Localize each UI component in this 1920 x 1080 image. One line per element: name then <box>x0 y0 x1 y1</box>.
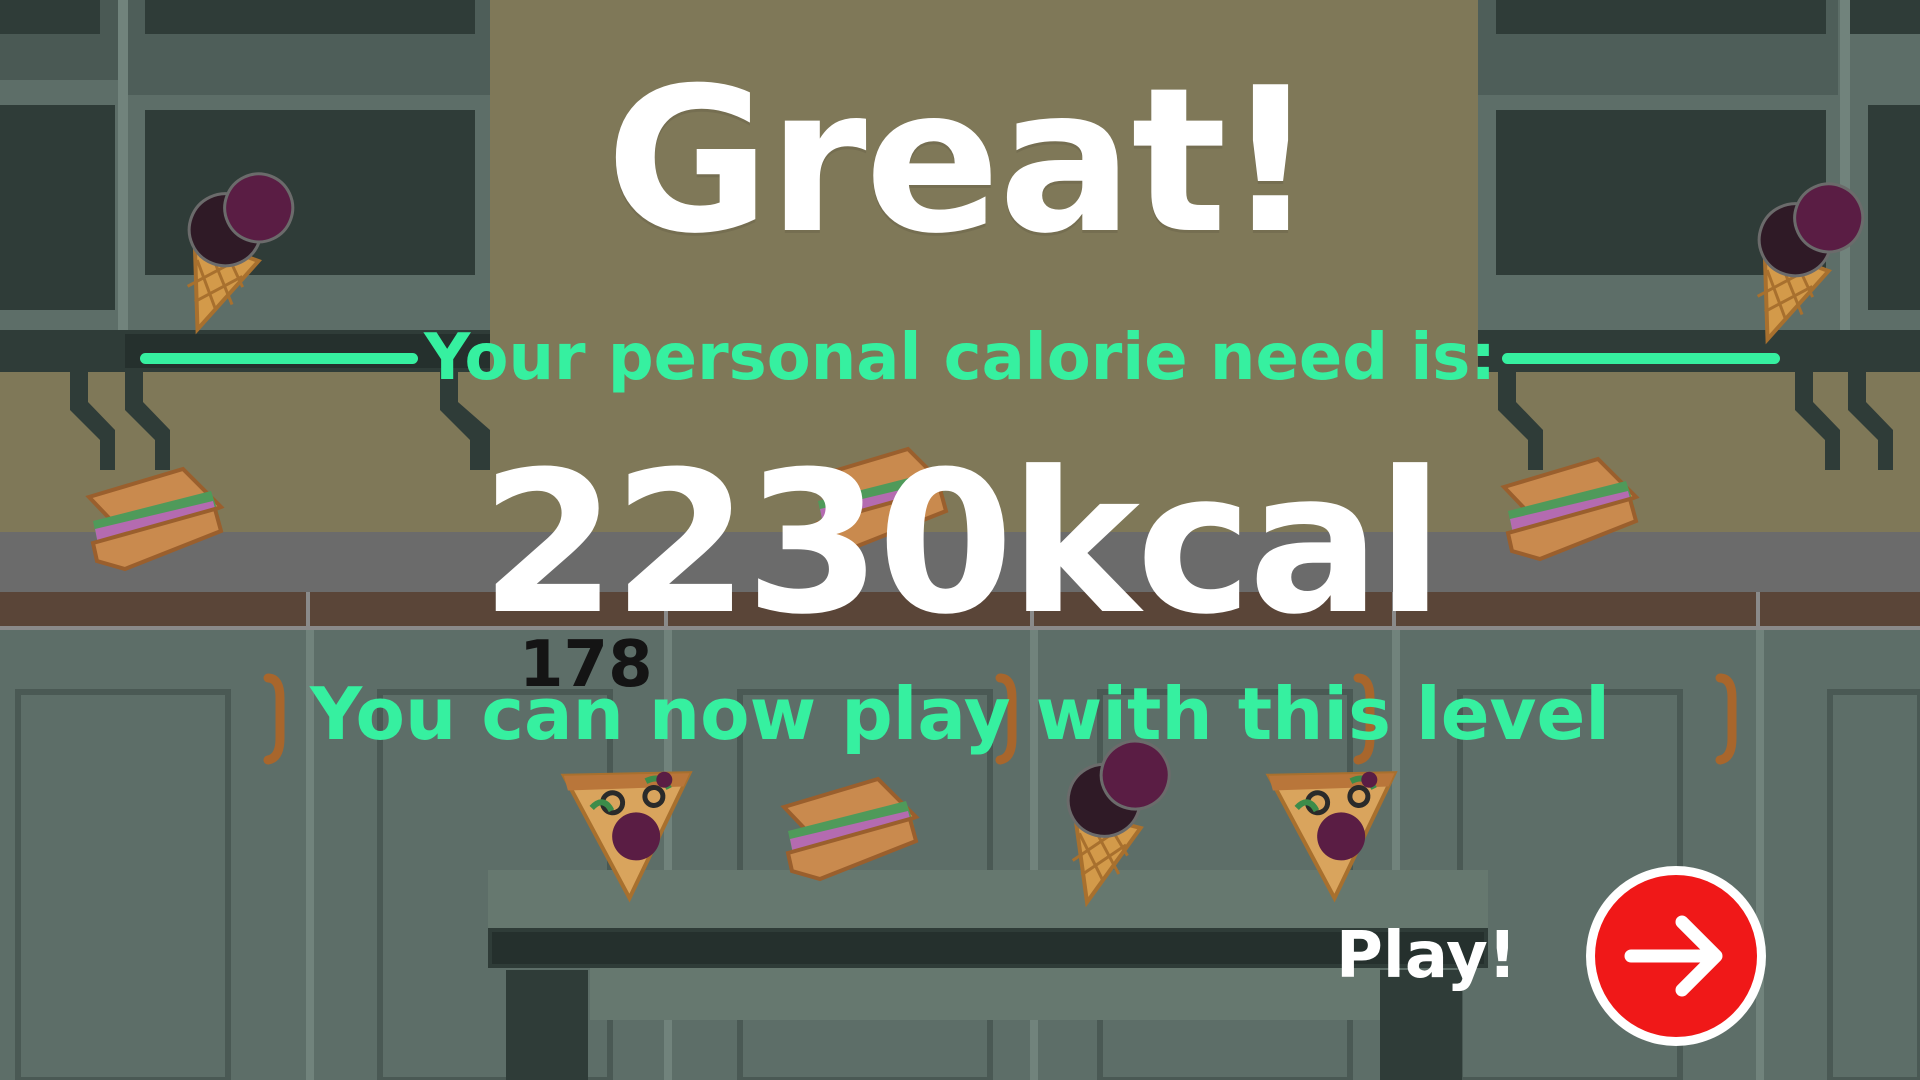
calorie-need-label: Your personal calorie need is: <box>424 321 1496 395</box>
calorie-need-heading: Your personal calorie need is: <box>140 318 1780 398</box>
unlock-message: You can now play with this level <box>310 672 1610 756</box>
play-label[interactable]: Play! <box>1336 924 1517 988</box>
play-button[interactable] <box>1586 866 1766 1046</box>
calorie-value: 2230kcal <box>480 430 1443 658</box>
heading-divider-right <box>1501 352 1780 364</box>
heading-divider-left <box>140 352 419 364</box>
arrow-right-icon <box>1624 915 1723 997</box>
result-title: Great! <box>605 45 1316 278</box>
